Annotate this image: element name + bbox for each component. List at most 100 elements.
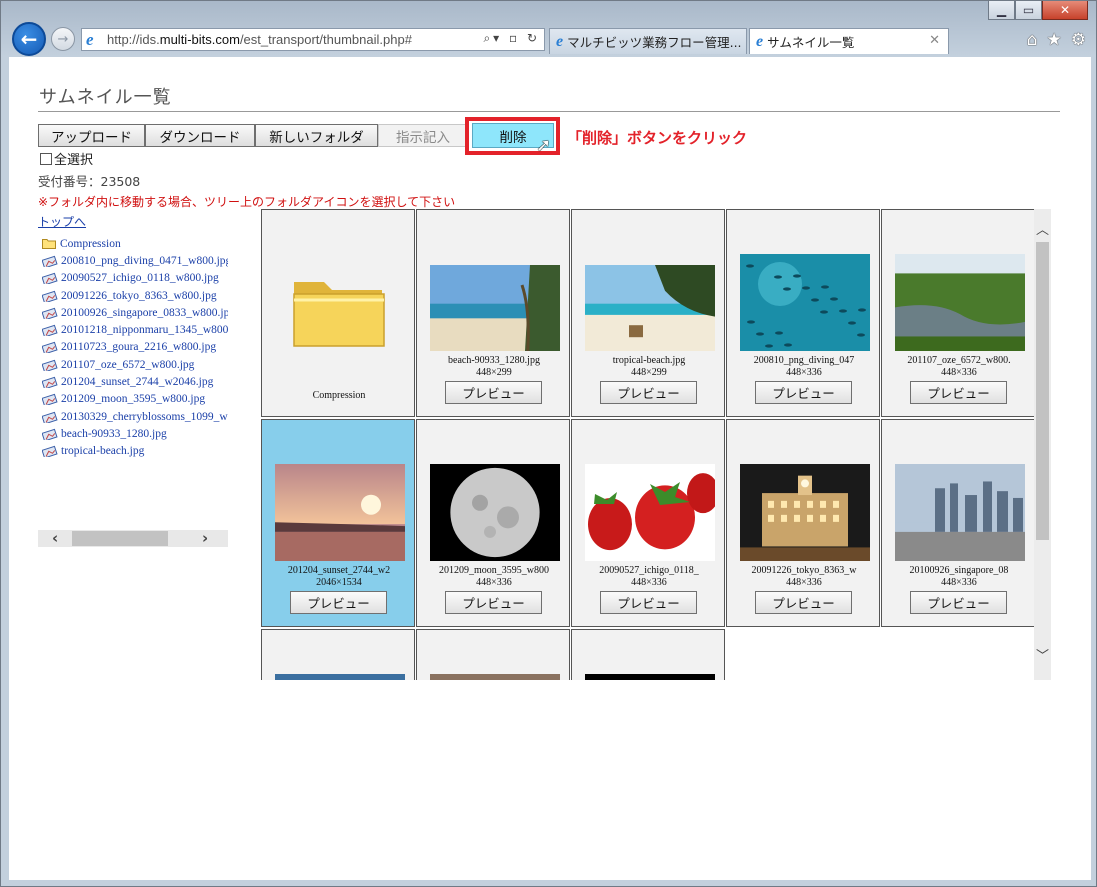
tree-file-item[interactable]: 201107_oze_6572_w800.jpg — [42, 356, 228, 373]
tree-file-label: 201204_sunset_2744_w2046.jpg — [61, 376, 214, 389]
thumbnail-cell[interactable] — [416, 629, 570, 680]
thumbnail-cell[interactable]: 201209_moon_3595_w800 448×336 プレビュー — [416, 419, 570, 627]
thumbnail-dimensions: 448×336 — [476, 577, 512, 588]
tree-file-item[interactable]: 200810_png_diving_0471_w800.jpg — [42, 252, 228, 269]
thumbnail-dimensions: 448×299 — [631, 367, 667, 378]
thumbnail-filename: 20091226_tokyo_8363_w — [751, 565, 857, 576]
tab-label: サムネイル一覧 — [767, 35, 855, 50]
favorites-star-icon[interactable]: ★ — [1047, 30, 1062, 50]
thumbnail-image[interactable] — [430, 265, 560, 372]
tree-file-item[interactable]: 20110723_goura_2216_w800.jpg — [42, 339, 228, 356]
thumbnail-cell[interactable]: 20091226_tokyo_8363_w 448×336 プレビュー — [726, 419, 880, 627]
tree-file-item[interactable]: beach-90933_1280.jpg — [42, 425, 228, 442]
download-button[interactable]: ダウンロード — [145, 124, 255, 147]
thumbnail-image[interactable] — [740, 254, 870, 355]
thumbnail-cell[interactable]: 201204_sunset_2744_w2 2046×1534 プレビュー — [261, 419, 415, 627]
back-arrow-icon[interactable]: ← — [12, 22, 46, 56]
preview-button[interactable]: プレビュー — [290, 591, 387, 614]
browser-window: ▁ ▭ ✕ ← → e http://ids.multi-bits.com/es… — [0, 0, 1097, 887]
thumbnail-image[interactable] — [740, 464, 870, 565]
grid-vertical-scrollbar[interactable]: ︿ ﹀ — [1034, 209, 1051, 680]
scroll-right-icon[interactable]: › — [202, 530, 208, 547]
minimize-icon[interactable]: ▁ — [988, 1, 1015, 20]
thumbnail-image[interactable] — [585, 674, 715, 680]
thumbnail-image[interactable] — [585, 464, 719, 565]
thumbnail-image[interactable] — [430, 674, 560, 680]
tree-file-label: 20110723_goura_2216_w800.jpg — [61, 341, 217, 354]
tree-file-item[interactable]: 20090527_ichigo_0118_w800.jpg — [42, 270, 228, 287]
instruction-annotation: 「削除」ボタンをクリック — [567, 129, 748, 147]
close-window-icon[interactable]: ✕ — [1042, 1, 1088, 20]
top-link[interactable]: トップへ — [38, 213, 86, 230]
tree-file-item[interactable]: 20091226_tokyo_8363_w800.jpg — [42, 287, 228, 304]
home-icon[interactable]: ⌂ — [1027, 30, 1038, 50]
select-all-label: 全選択 — [54, 153, 94, 168]
preview-button[interactable]: プレビュー — [600, 591, 697, 614]
thumbnail-cell[interactable]: 20090527_ichigo_0118_ 448×336 プレビュー — [571, 419, 725, 627]
thumbnail-cell[interactable] — [261, 629, 415, 680]
tree-file-item[interactable]: 20100926_singapore_0833_w800.jpg — [42, 304, 228, 321]
thumbnail-cell[interactable] — [571, 629, 725, 680]
thumbnail-image[interactable] — [275, 674, 405, 680]
preview-button[interactable]: プレビュー — [910, 591, 1007, 614]
thumbnail-cell[interactable]: tropical-beach.jpg 448×299 プレビュー — [571, 209, 725, 417]
preview-button[interactable]: プレビュー — [600, 381, 697, 404]
scroll-down-icon[interactable]: ﹀ — [1036, 645, 1049, 664]
address-bar[interactable]: e http://ids.multi-bits.com/est_transpor… — [81, 28, 545, 51]
thumbnail-cell[interactable]: 201107_oze_6572_w800. 448×336 プレビュー — [881, 209, 1034, 417]
page-title: サムネイル一覧 — [39, 87, 172, 108]
tab-workflow[interactable]: e マルチビッツ業務フロー管理... — [549, 28, 747, 54]
thumbnail-image[interactable] — [430, 464, 560, 565]
thumbnail-grid: Compression beach-90933_1280.jpg 448×299 プ… — [261, 209, 1034, 680]
image-file-icon — [42, 307, 58, 319]
thumbnail-image[interactable] — [275, 464, 405, 565]
tree-file-item[interactable]: 201209_moon_3595_w800.jpg — [42, 391, 228, 408]
file-tree: Compression 200810_png_diving_0471_w800.… — [42, 235, 228, 535]
tab-label: マルチビッツ業務フロー管理... — [567, 35, 742, 50]
scroll-left-icon[interactable]: ‹ — [52, 530, 58, 547]
tree-file-label: 20091226_tokyo_8363_w800.jpg — [61, 289, 217, 302]
maximize-icon[interactable]: ▭ — [1015, 1, 1042, 20]
thumbnail-filename: 20090527_ichigo_0118_ — [599, 565, 699, 576]
thumbnail-filename: tropical-beach.jpg — [612, 355, 686, 366]
select-all-checkbox[interactable]: 全選択 — [40, 149, 93, 168]
thumbnail-filename: 20100926_singapore_08 — [909, 565, 1009, 576]
tab-close-icon[interactable]: ✕ — [929, 33, 940, 48]
new-folder-button[interactable]: 新しいフォルダ — [255, 124, 378, 147]
scrollbar-thumb[interactable] — [1036, 242, 1049, 540]
tree-file-list: 200810_png_diving_0471_w800.jpg 20090527_… — [42, 252, 228, 460]
preview-button[interactable]: プレビュー — [755, 591, 852, 614]
url-text[interactable]: http://ids.multi-bits.com/est_transport/… — [107, 32, 412, 47]
tree-file-item[interactable]: 201204_sunset_2744_w2046.jpg — [42, 373, 228, 390]
tree-folder[interactable]: Compression — [42, 235, 228, 252]
thumbnail-image[interactable] — [895, 254, 1025, 355]
tree-file-item[interactable]: 20101218_nipponmaru_1345_w800.jpg — [42, 321, 228, 338]
tab-thumbnail-list[interactable]: e サムネイル一覧 ✕ — [749, 28, 949, 54]
preview-button[interactable]: プレビュー — [910, 381, 1007, 404]
preview-button[interactable]: プレビュー — [445, 591, 542, 614]
upload-button[interactable]: アップロード — [38, 124, 145, 147]
image-file-icon — [42, 394, 58, 406]
settings-gear-icon[interactable]: ⚙ — [1071, 30, 1086, 50]
preview-button[interactable]: プレビュー — [755, 381, 852, 404]
tree-file-item[interactable]: 20130329_cherryblossoms_1099_w800.jpg — [42, 408, 228, 425]
scrollbar-thumb[interactable] — [72, 531, 168, 546]
thumbnail-cell[interactable]: beach-90933_1280.jpg 448×299 プレビュー — [416, 209, 570, 417]
thumbnail-filename: 200810_png_diving_047 — [753, 355, 855, 366]
mouse-cursor-icon: ➚ — [536, 135, 552, 156]
address-tools-icon[interactable]: ⌕▾ ▫ ↻ — [483, 31, 540, 46]
forward-arrow-icon[interactable]: → — [51, 27, 75, 51]
folder-cell[interactable]: Compression — [261, 209, 415, 417]
thumbnail-dimensions: 448×336 — [941, 367, 977, 378]
scroll-up-icon[interactable]: ︿ — [1036, 219, 1049, 238]
thumbnail-filename: 201204_sunset_2744_w2 — [287, 565, 391, 576]
thumbnail-image[interactable] — [895, 464, 1025, 565]
tree-file-item[interactable]: tropical-beach.jpg — [42, 443, 228, 460]
thumbnail-cell[interactable]: 20100926_singapore_08 448×336 プレビュー — [881, 419, 1034, 627]
window-controls: ▁ ▭ ✕ — [988, 1, 1088, 21]
preview-button[interactable]: プレビュー — [445, 381, 542, 404]
thumbnail-image[interactable] — [585, 265, 715, 355]
thumbnail-cell[interactable]: 200810_png_diving_047 448×336 プレビュー — [726, 209, 880, 417]
checkbox-icon[interactable] — [40, 152, 52, 165]
tree-horizontal-scrollbar[interactable]: ‹ › — [38, 530, 228, 547]
